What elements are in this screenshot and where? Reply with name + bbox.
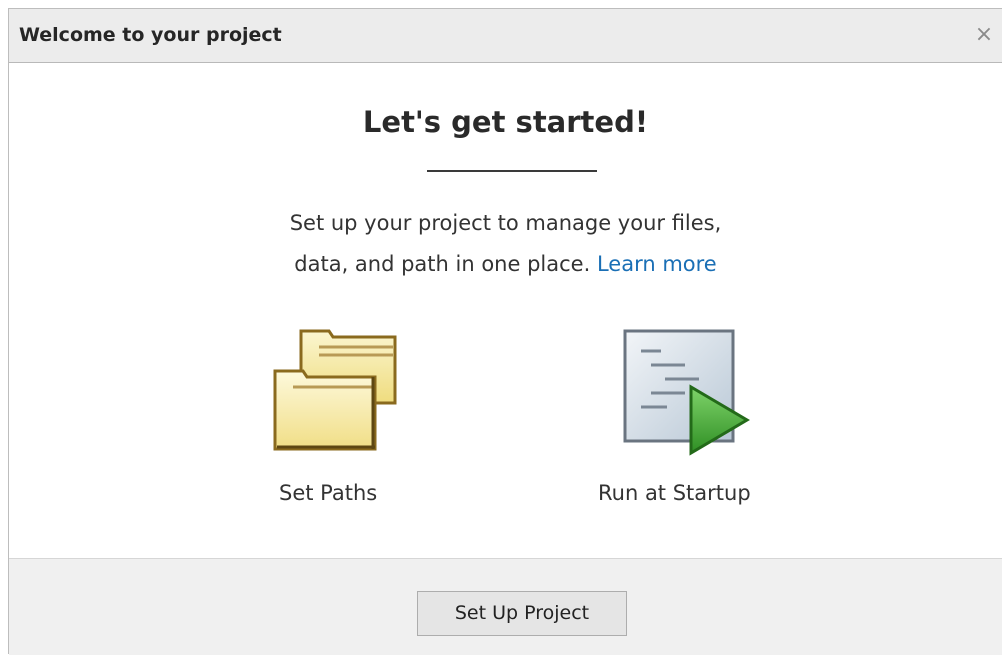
folders-icon[interactable] bbox=[271, 327, 399, 451]
set-up-project-button[interactable]: Set Up Project bbox=[417, 591, 627, 636]
run-at-startup-label[interactable]: Run at Startup bbox=[598, 481, 751, 505]
welcome-dialog: Welcome to your project × Let's get star… bbox=[8, 8, 1002, 655]
dialog-footer: Set Up Project bbox=[9, 558, 1002, 655]
run-script-icon[interactable] bbox=[621, 327, 751, 457]
page-title: Let's get started! bbox=[362, 105, 649, 139]
description-line-2: data, and path in one place. Learn more bbox=[9, 244, 1002, 285]
description: Set up your project to manage your files… bbox=[9, 203, 1002, 285]
set-paths-label[interactable]: Set Paths bbox=[279, 481, 377, 505]
dialog-title: Welcome to your project bbox=[19, 24, 282, 46]
learn-more-link[interactable]: Learn more bbox=[597, 252, 717, 276]
heading-divider bbox=[427, 170, 597, 172]
dialog-titlebar: Welcome to your project × bbox=[9, 9, 1002, 63]
description-line-1: Set up your project to manage your files… bbox=[289, 211, 722, 235]
close-icon[interactable]: × bbox=[971, 22, 997, 48]
description-text: data, and path in one place. bbox=[294, 252, 591, 276]
